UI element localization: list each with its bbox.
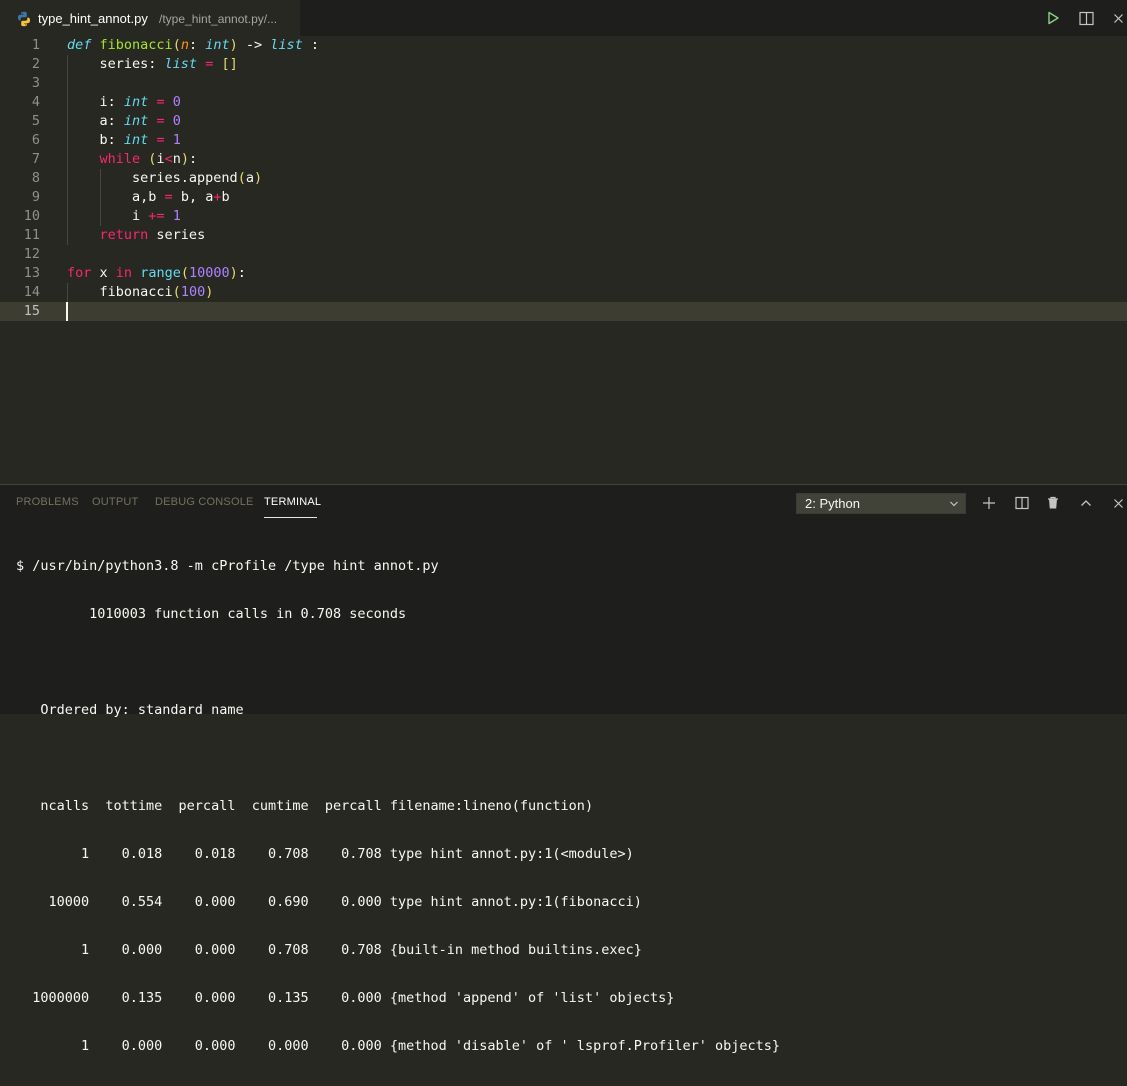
terminal-line: Ordered by: standard name: [16, 702, 244, 718]
line-number: 3: [31, 75, 40, 91]
terminal-select-value: 2: Python: [805, 496, 860, 511]
split-editor-button[interactable]: [1077, 9, 1095, 27]
line-number: 6: [31, 132, 40, 148]
code-text: series: list = []: [67, 56, 238, 72]
code-text: while (i<n):: [99, 151, 198, 167]
terminal-line: 1000000 0.135 0.000 0.135 0.000 {method …: [16, 990, 675, 1006]
run-icon: [1048, 11, 1059, 25]
line-number: 12: [23, 246, 40, 262]
editor-tab[interactable]: type_hint_annot.py /type_hint_annot.py/.…: [0, 0, 300, 36]
tab-filename: type_hint_annot.py: [38, 11, 148, 26]
kill-terminal-button[interactable]: [1043, 493, 1063, 513]
line-number: 9: [31, 189, 40, 205]
line-number: 15: [23, 303, 40, 319]
code-text: return series: [99, 227, 206, 243]
tab-path: /type_hint_annot.py/...: [159, 12, 278, 26]
line-number: 14: [23, 284, 40, 300]
code-text: i: int = 0: [67, 94, 181, 110]
editor-tab-bar: type_hint_annot.py /type_hint_annot.py/.…: [0, 0, 1127, 36]
terminal-line: 1 0.018 0.018 0.708 0.708 type hint anno…: [16, 846, 634, 862]
active-tab-indicator: [264, 517, 317, 518]
chevron-up-icon: [1081, 500, 1091, 506]
maximize-panel-button[interactable]: [1076, 493, 1096, 513]
bottom-panel: PROBLEMS OUTPUT DEBUG CONSOLE TERMINAL 2…: [0, 484, 1127, 1054]
trash-icon: [1048, 496, 1058, 509]
code-text: series.append(a): [67, 170, 263, 186]
tab-terminal[interactable]: TERMINAL: [264, 496, 321, 508]
line-number: 8: [31, 170, 40, 186]
code-text: a,b = b, a+b: [67, 189, 230, 205]
code-line: 4 i: int = 0: [0, 93, 1127, 112]
line-number: 5: [31, 113, 40, 129]
line-number: 11: [23, 227, 40, 243]
code-line: 8 series.append(a): [0, 169, 1127, 188]
terminal-line: 1010003 function calls in 0.708 seconds: [16, 606, 407, 622]
split-terminal-icon: [1015, 496, 1029, 510]
close-icon: [1113, 498, 1123, 508]
code-text: def fibonacci(n: int) -> list :: [67, 37, 320, 53]
line-number: 13: [23, 265, 40, 281]
code-line: 11 return series: [0, 226, 1127, 245]
line-number: 10: [23, 208, 40, 224]
chevron-down-icon: [950, 501, 958, 507]
new-terminal-button[interactable]: [979, 493, 999, 513]
close-icon: [1113, 13, 1123, 23]
tab-output[interactable]: OUTPUT: [92, 496, 138, 508]
split-terminal-button[interactable]: [1012, 493, 1032, 513]
terminal-line: ncalls tottime percall cumtime percall f…: [16, 798, 594, 814]
run-button[interactable]: [1044, 9, 1062, 27]
terminal-output[interactable]: $ /usr/bin/python3.8 -m cProfile /type h…: [16, 526, 780, 1086]
code-text: i += 1: [67, 208, 181, 224]
code-line: 5 a: int = 0: [0, 112, 1127, 131]
line-number: 1: [31, 37, 40, 53]
line-number: 2: [31, 56, 40, 72]
code-line: 12: [0, 245, 1127, 264]
code-line: 3: [0, 74, 1127, 93]
terminal-line: 1 0.000 0.000 0.708 0.708 {built-in meth…: [16, 942, 642, 958]
code-line: 2 series: list = []: [0, 55, 1127, 74]
code-line: 9 a,b = b, a+b: [0, 188, 1127, 207]
close-panel-button[interactable]: [1108, 493, 1127, 513]
code-line: 7 while (i<n):: [0, 150, 1127, 169]
code-line: 1 def fibonacci(n: int) -> list :: [0, 36, 1127, 55]
tab-problems[interactable]: PROBLEMS: [16, 496, 79, 508]
code-line: 6 b: int = 1: [0, 131, 1127, 150]
text-cursor: [66, 302, 68, 321]
tab-debug-console[interactable]: DEBUG CONSOLE: [155, 496, 254, 508]
code-text: b: int = 1: [67, 132, 181, 148]
terminal-line: 1 0.000 0.000 0.000 0.000 {method 'disab…: [16, 1038, 781, 1054]
code-line-current: 15: [0, 302, 1127, 321]
close-tab-button[interactable]: [1109, 9, 1127, 27]
code-line: 10 i += 1: [0, 207, 1127, 226]
terminal-select[interactable]: 2: Python: [796, 493, 966, 514]
code-line: 14 fibonacci(100): [0, 283, 1127, 302]
line-number: 4: [31, 94, 40, 110]
code-text: fibonacci(100): [67, 284, 214, 300]
terminal-line: 10000 0.554 0.000 0.690 0.000 type hint …: [16, 894, 642, 910]
plus-icon: [983, 497, 995, 509]
code-text: a: int = 0: [67, 113, 181, 129]
code-editor[interactable]: 1 def fibonacci(n: int) -> list : 2 seri…: [0, 36, 1127, 484]
line-number: 7: [31, 151, 40, 167]
python-icon: [18, 11, 30, 27]
code-text: for x in range(10000):: [67, 265, 246, 281]
code-line: 13 for x in range(10000):: [0, 264, 1127, 283]
split-editor-icon: [1078, 11, 1094, 25]
terminal-line: $ /usr/bin/python3.8 -m cProfile /type h…: [16, 558, 439, 574]
